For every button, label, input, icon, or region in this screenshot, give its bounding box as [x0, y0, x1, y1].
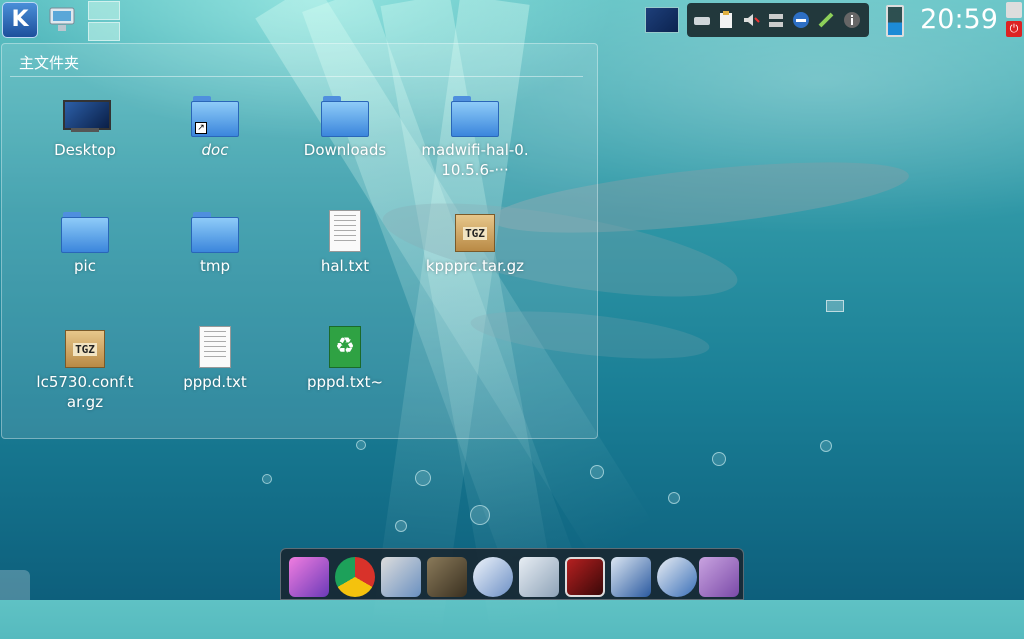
item-label: pppd.txt~ — [306, 373, 384, 391]
clock[interactable]: 20:59 — [914, 2, 1004, 38]
application-dock — [280, 548, 744, 600]
battery-icon[interactable] — [886, 5, 904, 37]
folder-icon — [321, 92, 369, 140]
folder-view-title: 主文件夹 — [19, 54, 80, 72]
desktop-item-lc5730[interactable]: TGZ lc5730.conf.tar.gz — [20, 324, 150, 412]
desktop-item-tmp[interactable]: tmp — [150, 208, 280, 276]
bubble — [262, 474, 272, 484]
volume-muted-icon[interactable] — [742, 11, 760, 29]
thunderbird-icon[interactable] — [473, 557, 513, 597]
item-label: lc5730.conf.tar.gz — [36, 373, 134, 411]
text-file-icon — [191, 324, 239, 372]
text-file-icon — [321, 208, 369, 256]
item-label: kppprc.tar.gz — [425, 257, 525, 275]
bubble — [470, 505, 490, 525]
top-panel: K 20:59 ⏻ — [0, 0, 1024, 41]
desktop-item-downloads[interactable]: Downloads — [280, 92, 410, 160]
bluetooth-icon[interactable] — [792, 11, 810, 29]
chrome-icon[interactable] — [335, 557, 375, 597]
item-label: tmp — [199, 257, 230, 275]
desktop-item-pppd-txt-backup[interactable]: ♻ pppd.txt~ — [280, 324, 410, 392]
desktop-item-desktop[interactable]: Desktop — [20, 92, 150, 160]
network-icon[interactable] — [693, 11, 711, 29]
media-player-icon[interactable] — [381, 557, 421, 597]
clipboard-icon[interactable] — [717, 11, 735, 29]
gimp-icon[interactable] — [427, 557, 467, 597]
desktop-item-doc[interactable]: ↗ doc — [150, 92, 280, 160]
power-icon[interactable]: ⏻ — [1006, 21, 1022, 37]
desktop-item-madwifi[interactable]: madwifi-hal-0.10.5.6-··· — [410, 92, 540, 180]
settings-tools-icon[interactable] — [519, 557, 559, 597]
desktop-item-pppd-txt[interactable]: pppd.txt — [150, 324, 280, 392]
terminal-icon[interactable] — [565, 557, 605, 597]
desktop-preview-icon[interactable] — [826, 300, 844, 312]
bubble — [395, 520, 407, 532]
desktop-icon — [61, 92, 111, 140]
kde-logo-icon[interactable]: K — [2, 2, 38, 38]
desktop-2[interactable] — [88, 22, 120, 41]
virtual-desktop-pager[interactable] — [88, 1, 120, 41]
network-manager-icon[interactable] — [611, 557, 651, 597]
tgz-archive-icon: TGZ — [451, 208, 499, 256]
item-label: madwifi-hal-0.10.5.6-··· — [421, 141, 529, 179]
bubble — [356, 440, 366, 450]
folder-link-icon: ↗ — [191, 92, 239, 140]
remote-desktop-icon[interactable] — [657, 557, 697, 597]
item-label: hal.txt — [320, 257, 370, 275]
recycle-file-icon: ♻ — [321, 324, 369, 372]
lock-screen-icon[interactable] — [1006, 2, 1022, 18]
bubble — [415, 470, 431, 486]
folder-icon — [61, 208, 109, 256]
item-label: doc — [201, 141, 229, 159]
bubble — [590, 465, 604, 479]
panel-toolbox-button[interactable] — [0, 570, 30, 600]
title-divider — [10, 76, 583, 77]
bubble — [712, 452, 726, 466]
connection-icon[interactable] — [817, 11, 835, 29]
bubble — [668, 492, 680, 504]
info-icon[interactable] — [843, 11, 861, 29]
pidgin-icon[interactable] — [699, 557, 739, 597]
item-label: Desktop — [54, 141, 116, 159]
bubble — [820, 440, 832, 452]
folder-icon — [191, 208, 239, 256]
desktop-item-hal-txt[interactable]: hal.txt — [280, 208, 410, 276]
item-label: pic — [74, 257, 96, 275]
desktop-1[interactable] — [88, 1, 120, 20]
folder-icon — [451, 92, 499, 140]
item-label: Downloads — [303, 141, 387, 159]
desktop-item-pic[interactable]: pic — [20, 208, 150, 276]
kde-launcher-icon[interactable] — [289, 557, 329, 597]
task-window-thumbnail[interactable] — [645, 7, 679, 33]
device-notifier-icon[interactable] — [46, 4, 78, 36]
wired-network-icon[interactable] — [767, 11, 785, 29]
folder-view-widget: 主文件夹 Desktop ↗ doc Downloads madwifi-hal… — [1, 43, 598, 439]
desktop-item-kppprc[interactable]: TGZ kppprc.tar.gz — [410, 208, 540, 276]
system-tray — [687, 3, 869, 37]
item-label: pppd.txt — [183, 373, 247, 391]
tgz-archive-icon: TGZ — [61, 324, 109, 372]
